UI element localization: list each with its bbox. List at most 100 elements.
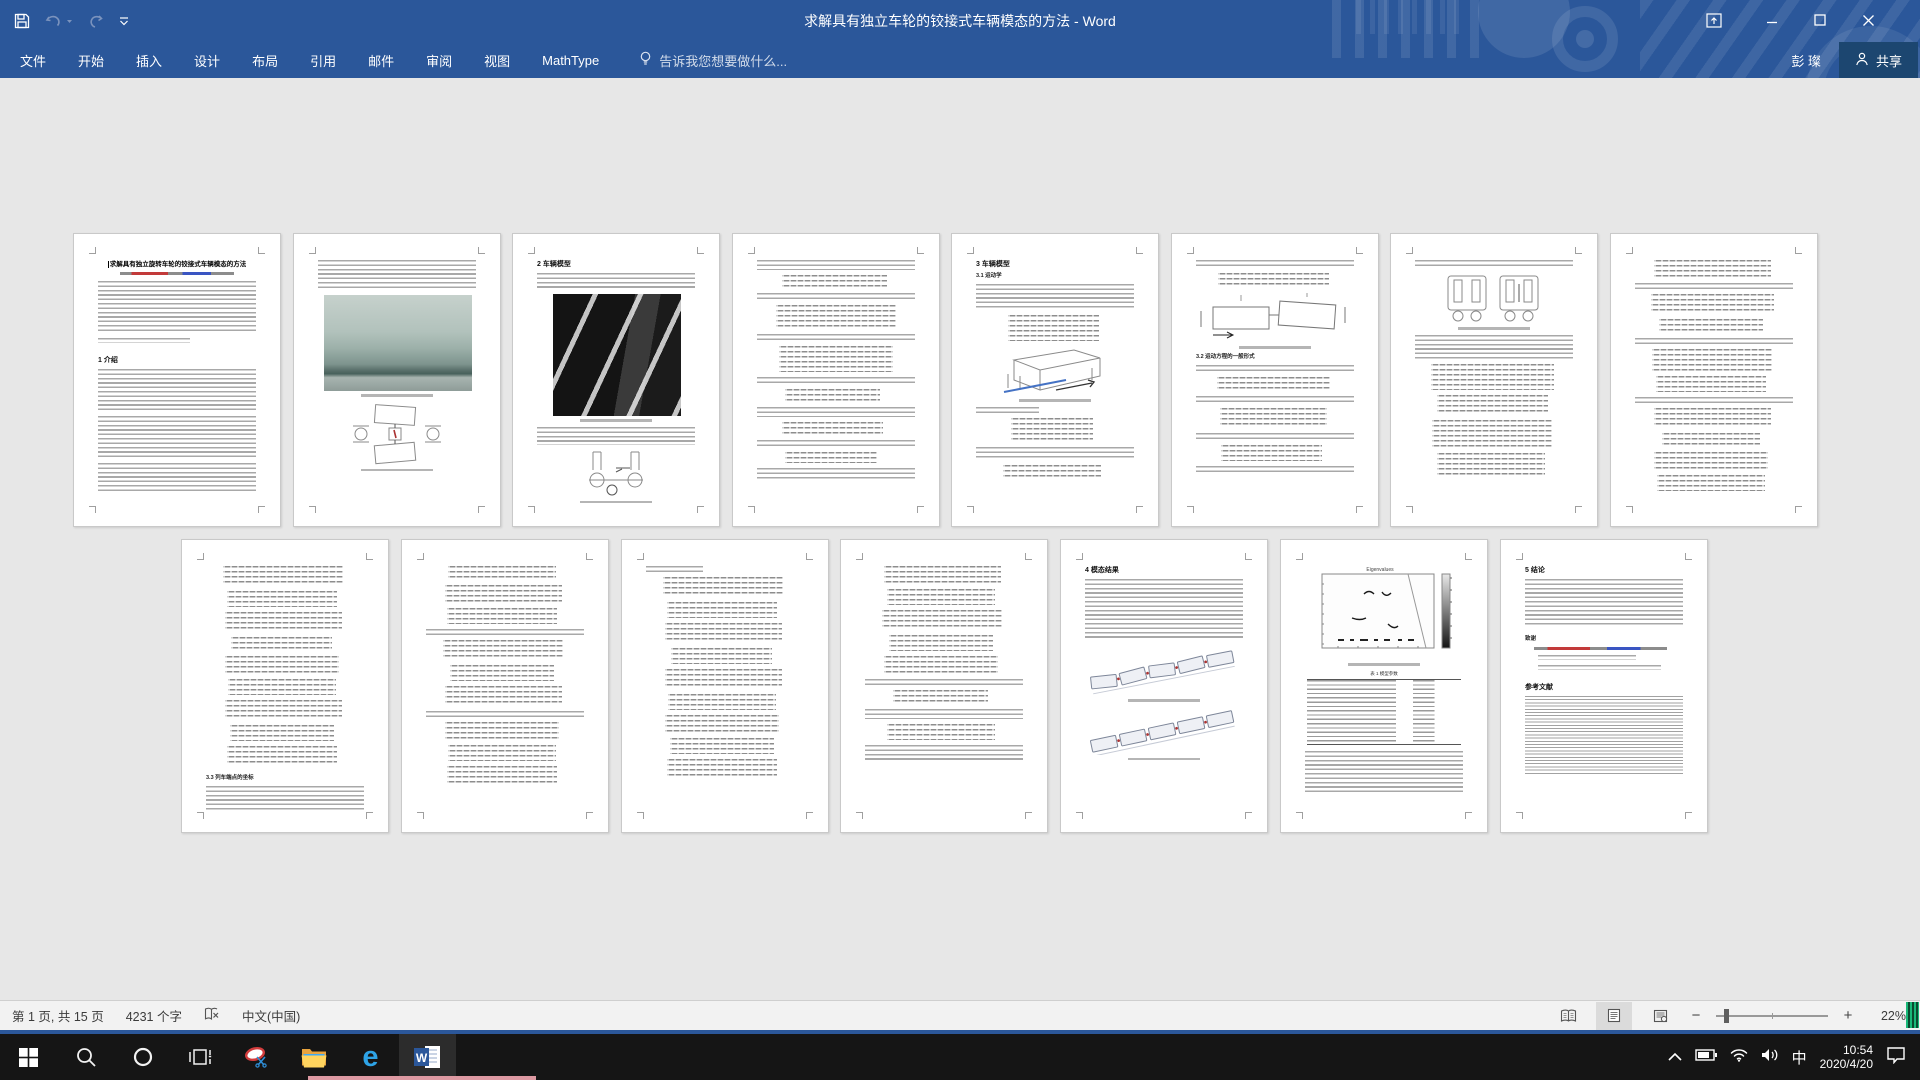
read-mode-button[interactable] [1550,1002,1586,1030]
page-thumbnail-15[interactable]: 5 结论 致谢 参考文献 [1500,539,1708,833]
hidden-icons-chevron[interactable] [1668,1048,1682,1066]
share-button[interactable]: 共享 [1839,42,1918,78]
equation-block [447,766,558,784]
tab-mailings[interactable]: 邮件 [352,42,410,78]
equation-block [782,422,883,435]
page-thumbnail-7[interactable] [1390,233,1598,527]
equation-block [448,566,555,580]
close-button[interactable] [1844,0,1892,40]
word-taskbar-button[interactable]: W [399,1034,456,1080]
tab-insert[interactable]: 插入 [120,42,178,78]
tab-design[interactable]: 设计 [178,42,236,78]
equation-block [671,648,772,664]
zoom-in-button[interactable]: + [1840,1007,1856,1024]
signed-in-user[interactable]: 彭 璨 [1791,51,1821,70]
text-block [865,679,1023,685]
screenshot-tool-button[interactable] [228,1034,285,1080]
text-block [1635,283,1793,289]
equation-block [668,694,775,710]
text-block [1538,665,1661,670]
keywords-line [98,338,190,343]
clock[interactable]: 10:54 2020/4/20 [1820,1043,1873,1071]
tab-file[interactable]: 文件 [4,42,62,78]
page-thumbnail-3[interactable]: 2 车辆模型 [512,233,720,527]
figure-caption [1348,663,1421,666]
window-title: 求解具有独立车轮的铰接式车辆模态的方法 - Word [0,0,1920,42]
page-thumbnail-2[interactable] [293,233,501,527]
equation-block [445,686,562,706]
text-block [426,711,584,717]
task-view-button[interactable] [171,1034,228,1080]
ribbon-display-options-button[interactable] [1690,0,1738,40]
text-block [1196,466,1354,474]
zoom-slider[interactable] [1716,1015,1828,1017]
cortana-button[interactable] [114,1034,171,1080]
tab-references[interactable]: 引用 [294,42,352,78]
tab-home[interactable]: 开始 [62,42,120,78]
text-block [757,377,915,384]
maximize-button[interactable] [1796,0,1844,40]
zoom-slider-thumb[interactable] [1724,1009,1729,1023]
start-button[interactable] [0,1034,57,1080]
search-button[interactable] [57,1034,114,1080]
equation-block [889,635,993,651]
acknowledgements-heading: 致谢 [1525,636,1683,643]
equation-block [1220,408,1327,428]
clock-date: 2020/4/20 [1820,1057,1873,1071]
tell-me-box[interactable]: 告诉我您想要做什么... [639,51,787,70]
figure-bogie-diagram [318,402,476,466]
zoom-out-button[interactable]: − [1688,1007,1704,1024]
figure-photo-tram [324,295,472,391]
page-indicator[interactable]: 第 1 页, 共 15 页 [12,1006,104,1025]
text-block [976,407,1039,413]
equation-block [1437,395,1548,415]
proofing-icon[interactable] [204,1007,220,1025]
equation-block [1217,377,1331,391]
volume-icon[interactable] [1761,1048,1779,1067]
equation-block [445,585,562,603]
equation-block [445,722,559,740]
page-thumbnail-4[interactable] [732,233,940,527]
section-heading: 5 结论 [1525,566,1683,575]
equation-block [663,577,783,597]
equation-block [447,608,558,624]
edge-button[interactable]: e [342,1034,399,1080]
page-thumbnail-9[interactable]: 3.3 列车端点的坐标 [181,539,389,833]
page-thumbnail-12[interactable] [840,539,1048,833]
page-thumbnail-5[interactable]: 3 车辆模型 3.1 运动学 [951,233,1159,527]
file-explorer-icon [301,1047,327,1068]
equation-block [225,700,342,720]
tab-view[interactable]: 视图 [468,42,526,78]
web-layout-button[interactable] [1642,1002,1678,1030]
text-block [1196,433,1354,440]
page-thumbnail-10[interactable] [401,539,609,833]
tab-mathtype[interactable]: MathType [526,42,615,78]
tab-review[interactable]: 审阅 [410,42,468,78]
page-thumbnail-6[interactable]: 3.2 运动方程的一般形式 [1171,233,1379,527]
wifi-icon[interactable] [1730,1048,1748,1067]
document-title: 求解具有独立旋转车轮的铰接式车辆模态的方法 [98,260,256,269]
page-thumbnail-13[interactable]: 4 模态结果 [1060,539,1268,833]
word-count[interactable]: 4231 个字 [126,1006,182,1025]
subsection-heading: 3.1 运动学 [976,273,1134,280]
battery-icon[interactable] [1695,1048,1717,1066]
page-thumbnail-1[interactable]: 求解具有独立旋转车轮的铰接式车辆模态的方法 1 介绍 [73,233,281,527]
action-center-button[interactable] [1886,1046,1906,1069]
ime-indicator[interactable]: 中 [1792,1047,1807,1068]
page-thumbnail-14[interactable]: Eigenvalues 表 1 模型参数 [1280,539,1488,833]
page-thumbnail-11[interactable] [621,539,829,833]
minimize-button[interactable] [1748,0,1796,40]
screen: 求解具有独立车轮的铰接式车辆模态的方法 - Word 文件 开始 插入 [0,0,1920,1080]
equation-block [776,305,896,329]
zoom-level[interactable]: 22% [1866,1009,1906,1023]
equation-block [1659,319,1763,333]
print-layout-button[interactable] [1596,1002,1632,1030]
language-indicator[interactable]: 中文(中国) [242,1006,300,1025]
tab-layout[interactable]: 布局 [236,42,294,78]
screenshot-tool-icon [244,1045,270,1069]
section-heading: 2 车辆模型 [537,260,695,269]
file-explorer-button[interactable] [285,1034,342,1080]
page-thumbnail-8[interactable] [1610,233,1818,527]
equation-block [670,738,774,754]
figure-two-carbodies [1196,291,1354,343]
